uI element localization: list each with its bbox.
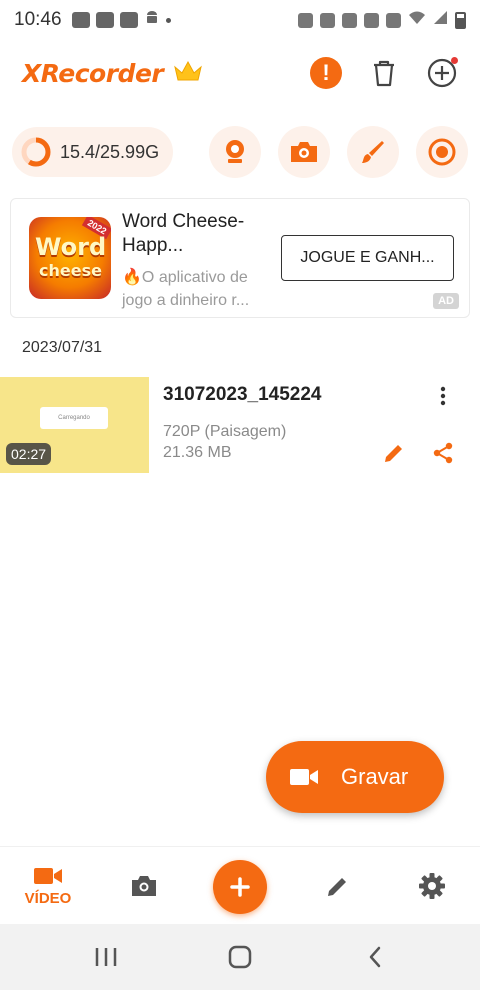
youtube-icon	[95, 12, 114, 28]
video-camera-icon	[290, 769, 318, 785]
section-date: 2023/07/31	[22, 339, 103, 356]
sync-icon	[320, 12, 335, 28]
facecam-button[interactable]	[209, 126, 261, 178]
ad-title: Word Cheese-Happ...	[122, 211, 245, 256]
system-icons	[298, 10, 466, 30]
ad-card[interactable]: 2022 Word cheese Word Cheese-Happ... 🔥O …	[10, 198, 470, 318]
back-icon	[369, 946, 381, 968]
home-icon	[228, 945, 252, 969]
edit-video-button[interactable]	[380, 439, 408, 467]
nav-edit[interactable]	[318, 847, 358, 925]
plus-icon	[230, 877, 250, 897]
screenshot-button[interactable]	[278, 126, 330, 178]
video-list-item[interactable]: Carregando 02:27 31072023_145224 720P (P…	[0, 377, 480, 473]
ad-app-icon[interactable]: 2022 Word cheese	[29, 217, 111, 299]
exclamation-icon: !	[322, 60, 330, 85]
nav-add-button[interactable]	[213, 860, 267, 914]
record-icon	[428, 138, 456, 166]
thumbnail-content: Carregando	[40, 407, 108, 429]
trash-icon	[374, 60, 394, 87]
email-icon	[71, 12, 90, 28]
ad-description: 🔥O aplicativo de jogo a dinheiro r...	[122, 269, 250, 309]
home-button[interactable]	[225, 942, 255, 972]
more-options-button[interactable]	[432, 383, 454, 409]
mute-icon	[386, 12, 401, 28]
youtube-icon	[119, 12, 138, 28]
battery-icon	[455, 11, 466, 29]
share-icon	[433, 442, 453, 464]
bottom-navigation: VÍDEO	[0, 846, 480, 924]
storage-indicator[interactable]: 15.4/25.99G	[12, 127, 174, 177]
cast-icon	[298, 12, 313, 28]
recents-button[interactable]	[91, 942, 121, 972]
record-button-label: Gravar	[341, 764, 409, 789]
android-icon	[144, 10, 160, 31]
system-navigation-bar	[0, 924, 480, 990]
ad-icon-cheese: cheese	[39, 261, 102, 280]
notification-icons	[71, 10, 171, 31]
recents-icon	[95, 948, 117, 966]
ad-cta-button[interactable]: JOGUE E GANH...	[281, 235, 454, 281]
pencil-icon	[385, 445, 402, 462]
back-button[interactable]	[360, 942, 390, 972]
gear-icon	[419, 873, 445, 899]
notification-dot	[451, 57, 458, 64]
status-bar: 10:46	[0, 0, 480, 40]
ad-badge: AD	[433, 293, 459, 309]
more-notifications-icon	[165, 17, 171, 23]
alert-button[interactable]: !	[310, 57, 342, 89]
video-size: 21.36 MB	[163, 444, 232, 461]
nav-settings[interactable]	[412, 847, 452, 925]
video-title: 31072023_145224	[163, 384, 322, 405]
signal-icon	[433, 10, 448, 30]
storage-ring-icon	[21, 137, 51, 167]
ad-icon-word: Word	[35, 233, 107, 261]
status-time: 10:46	[14, 9, 62, 30]
video-resolution: 720P (Paisagem)	[163, 423, 287, 440]
nav-video[interactable]: VÍDEO	[18, 847, 78, 925]
bluetooth-icon	[342, 12, 357, 28]
video-thumbnail[interactable]: Carregando 02:27	[0, 377, 149, 473]
nav-screenshots[interactable]	[124, 847, 164, 925]
nav-video-label: VÍDEO	[24, 889, 72, 907]
video-camera-icon	[34, 867, 62, 884]
app-header: XRecorder !	[0, 48, 480, 98]
video-duration: 02:27	[6, 443, 52, 465]
brush-icon	[362, 141, 384, 163]
record-toggle-button[interactable]	[416, 126, 468, 178]
trash-button[interactable]	[368, 57, 400, 89]
storage-text: 15.4/25.99G	[60, 141, 160, 162]
more-vert-icon	[440, 386, 446, 406]
share-video-button[interactable]	[429, 439, 457, 467]
alarm-icon	[364, 12, 379, 28]
brush-button[interactable]	[347, 126, 399, 178]
wifi-icon	[408, 10, 426, 30]
crown-icon[interactable]	[173, 59, 203, 88]
camera-icon	[132, 876, 156, 896]
tool-bar: 15.4/25.99G	[12, 125, 468, 179]
app-logo: XRecorder	[22, 58, 164, 88]
add-button[interactable]	[426, 57, 458, 89]
pencil-icon	[328, 878, 346, 896]
webcam-icon	[226, 140, 244, 163]
camera-icon	[291, 142, 317, 162]
record-button[interactable]: Gravar	[266, 741, 444, 813]
